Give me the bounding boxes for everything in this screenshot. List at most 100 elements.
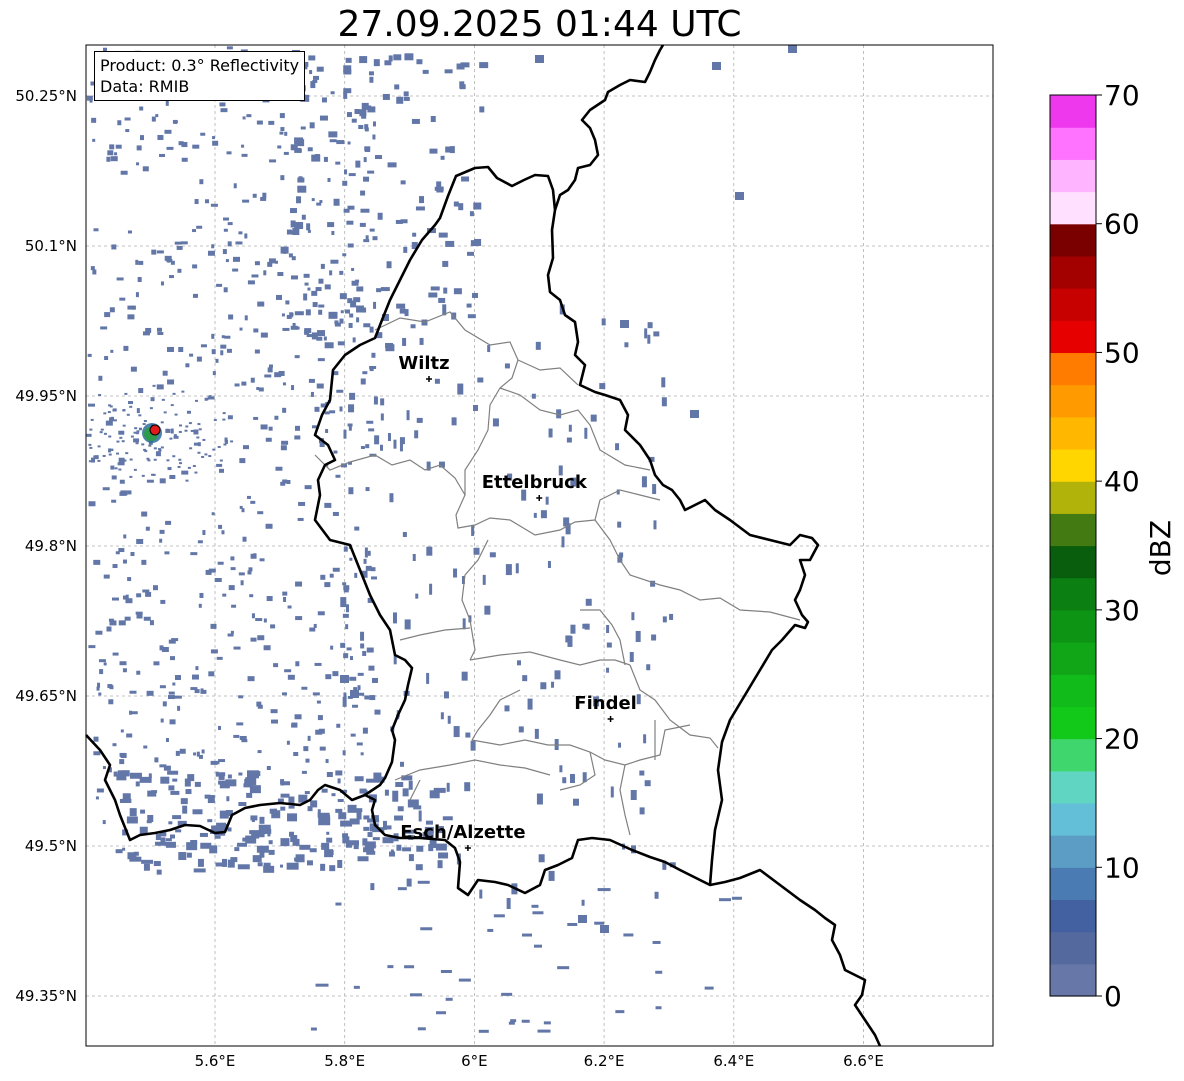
echo-pixel xyxy=(418,810,422,822)
echo-pixel xyxy=(194,781,201,787)
echo-pixel xyxy=(199,179,204,185)
echo-pixel xyxy=(112,564,118,569)
info-box: Product: 0.3° Reflectivity Data: RMIB xyxy=(94,51,306,101)
echo-pixel xyxy=(169,437,173,440)
echo-pixel xyxy=(354,776,364,782)
echo-pixel xyxy=(453,568,458,578)
echo-pixel xyxy=(527,698,533,710)
echo-pixel xyxy=(100,428,104,431)
echo-pixel xyxy=(165,100,169,106)
echo-pixel xyxy=(445,240,455,247)
echo-pixel xyxy=(103,432,107,435)
echo-pixel xyxy=(466,303,472,308)
echo-pixel xyxy=(190,552,198,556)
echo-pixel xyxy=(350,300,357,308)
echo-pixel xyxy=(543,1021,551,1025)
echo-pixel xyxy=(492,418,499,427)
echo-pixel xyxy=(342,613,349,618)
echo-pixel xyxy=(128,401,134,405)
echo-pixel xyxy=(227,774,232,779)
echo-pixel xyxy=(193,442,200,446)
product-label: Product: 0.3° Reflectivity xyxy=(100,56,300,75)
echo-pixel xyxy=(251,274,259,278)
echo-pixel xyxy=(122,847,126,851)
echo-pixel xyxy=(326,831,330,835)
echo-pixel xyxy=(329,410,336,414)
echo-pixel xyxy=(438,232,448,238)
echo-pixel xyxy=(429,583,433,595)
echo-pixel xyxy=(169,719,176,725)
echo-pixel xyxy=(324,582,331,588)
echo-pixel xyxy=(319,746,326,751)
echo-pixel xyxy=(226,46,233,50)
echo-pixel xyxy=(152,473,156,476)
echo-pixel xyxy=(343,208,350,213)
echo-pixel xyxy=(220,108,228,113)
echo-pixel xyxy=(535,341,541,350)
echo-pixel xyxy=(493,914,505,918)
echo-pixel xyxy=(252,855,262,863)
echo-pixel xyxy=(317,330,326,337)
echo-pixel xyxy=(419,337,424,345)
echo-pixel xyxy=(252,193,257,198)
echo-pixel xyxy=(117,462,125,466)
echo-pixel xyxy=(210,203,218,207)
echo-pixel xyxy=(382,93,390,100)
echo-pixel xyxy=(102,487,110,491)
echo-pixel xyxy=(253,416,259,420)
echo-pixel xyxy=(242,445,249,450)
echo-pixel xyxy=(223,228,228,232)
echo-pixel xyxy=(237,864,250,870)
echo-pixel xyxy=(136,162,140,166)
echo-pixel xyxy=(91,117,97,123)
echo-pixel xyxy=(447,715,451,724)
echo-pixel xyxy=(326,772,333,778)
echo-pixel xyxy=(125,452,129,455)
echo-pixel xyxy=(386,261,392,269)
echo-pixel xyxy=(363,558,367,564)
echo-pixel xyxy=(256,845,269,853)
echo-pixel xyxy=(268,258,276,264)
echo-pixel xyxy=(467,314,476,319)
echo-pixel xyxy=(479,889,483,899)
echo-pixel xyxy=(103,574,110,579)
echo-pixel xyxy=(251,818,255,823)
echo-pixel xyxy=(343,429,347,439)
echo-pixel xyxy=(662,616,667,623)
echo-pixel xyxy=(192,144,200,149)
echo-pixel xyxy=(172,392,176,395)
echo-pixel xyxy=(126,816,138,824)
echo-pixel xyxy=(212,448,216,451)
echo-pixel xyxy=(142,423,146,426)
echo-pixel xyxy=(320,574,326,580)
echo-pixel xyxy=(286,862,299,870)
echo-pixel xyxy=(469,211,474,217)
echo-pixel xyxy=(297,185,307,193)
echo-pixel xyxy=(230,556,235,561)
echo-pixel xyxy=(606,625,610,634)
echo-pixel xyxy=(230,630,234,634)
echo-pixel xyxy=(384,789,389,796)
echo-pixel xyxy=(366,647,374,653)
echo-pixel xyxy=(160,599,166,604)
radar-map: Wiltz Ettelbruck Findel Esch/Alzette 5.6°E 5… xyxy=(15,44,994,1070)
echo-pixel xyxy=(578,915,587,923)
echo-pixel xyxy=(107,411,111,414)
echo-pixel xyxy=(337,799,344,803)
echo-pixel xyxy=(226,151,232,155)
echo-pixel xyxy=(624,342,629,348)
echo-pixel xyxy=(218,780,228,785)
echo-pixel xyxy=(350,733,356,737)
echo-pixel xyxy=(99,431,103,434)
echo-pixel xyxy=(111,499,117,503)
echo-pixel xyxy=(110,156,118,162)
echo-pixel xyxy=(210,623,217,629)
echo-pixel xyxy=(164,129,172,134)
echo-pixel xyxy=(265,437,272,442)
echo-pixel xyxy=(296,196,302,204)
echo-pixel xyxy=(324,284,331,290)
echo-pixel xyxy=(257,750,262,754)
echo-pixel xyxy=(314,406,320,412)
echo-pixel xyxy=(136,593,142,598)
echo-pixel xyxy=(377,212,383,220)
